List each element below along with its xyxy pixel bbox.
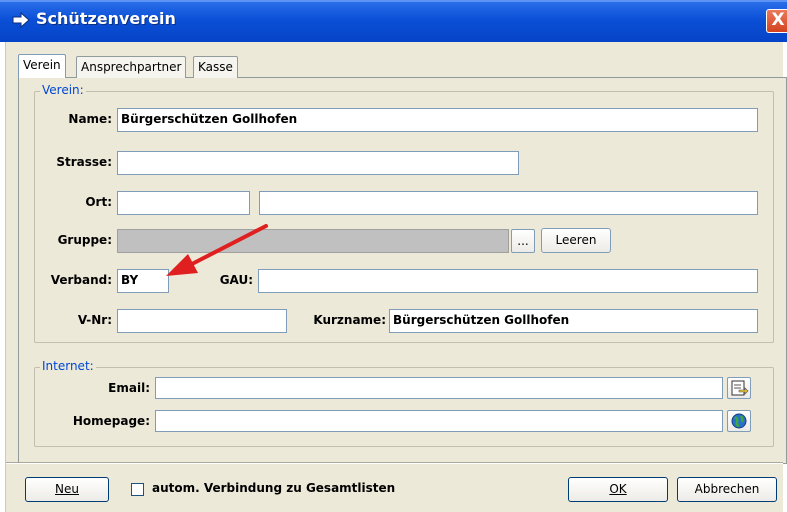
left-edge bbox=[0, 42, 6, 512]
annotation-arrow-icon bbox=[166, 224, 268, 276]
abbrechen-button[interactable]: Abbrechen bbox=[677, 477, 777, 502]
window-title: Schützenverein bbox=[36, 9, 176, 28]
arrow-right-icon bbox=[12, 12, 30, 28]
gesamtlisten-checkbox-label: autom. Verbindung zu Gesamtlisten bbox=[152, 481, 396, 495]
kurzname-field[interactable]: Bürgerschützen Gollhofen bbox=[389, 309, 758, 333]
name-field[interactable]: Bürgerschützen Gollhofen bbox=[117, 108, 758, 132]
email-send-button[interactable] bbox=[727, 377, 751, 399]
ok-button[interactable]: OK bbox=[568, 477, 668, 502]
verein-legend: Verein: bbox=[40, 83, 86, 97]
neu-label: Neu bbox=[55, 482, 79, 496]
tab-kasse[interactable]: Kasse bbox=[193, 56, 238, 78]
globe-icon bbox=[731, 413, 747, 429]
leeren-button[interactable]: Leeren bbox=[541, 228, 611, 253]
email-label: Email: bbox=[108, 381, 150, 395]
gau-field[interactable] bbox=[258, 269, 758, 293]
gruppe-label: Gruppe: bbox=[57, 233, 112, 247]
vnr-label: V-Nr: bbox=[77, 313, 112, 327]
homepage-label: Homepage: bbox=[72, 414, 150, 428]
abbrechen-label: Abbrechen bbox=[694, 482, 760, 496]
verband-label: Verband: bbox=[50, 273, 112, 287]
close-button[interactable]: X bbox=[766, 9, 787, 33]
homepage-open-button[interactable] bbox=[727, 410, 751, 432]
kurzname-label: Kurzname: bbox=[313, 313, 386, 327]
internet-legend: Internet: bbox=[40, 359, 96, 373]
plz-field[interactable] bbox=[117, 191, 250, 215]
strasse-label: Strasse: bbox=[56, 155, 112, 169]
ort-field[interactable] bbox=[259, 191, 758, 215]
tab-ansprechpartner[interactable]: Ansprechpartner bbox=[76, 56, 187, 78]
gesamtlisten-checkbox[interactable] bbox=[131, 483, 144, 496]
name-label: Name: bbox=[68, 112, 112, 126]
ort-label: Ort: bbox=[85, 195, 112, 209]
neu-button[interactable]: Neu bbox=[25, 477, 109, 502]
tab-verein[interactable]: Verein bbox=[18, 54, 66, 78]
strasse-field[interactable] bbox=[117, 151, 519, 175]
footer-separator bbox=[6, 462, 783, 464]
ok-label: OK bbox=[609, 482, 627, 496]
vnr-field[interactable] bbox=[117, 309, 287, 333]
gruppe-browse-button[interactable]: ... bbox=[511, 229, 535, 253]
homepage-field[interactable] bbox=[155, 410, 723, 432]
email-field[interactable] bbox=[155, 377, 723, 399]
compose-mail-icon bbox=[731, 380, 749, 396]
